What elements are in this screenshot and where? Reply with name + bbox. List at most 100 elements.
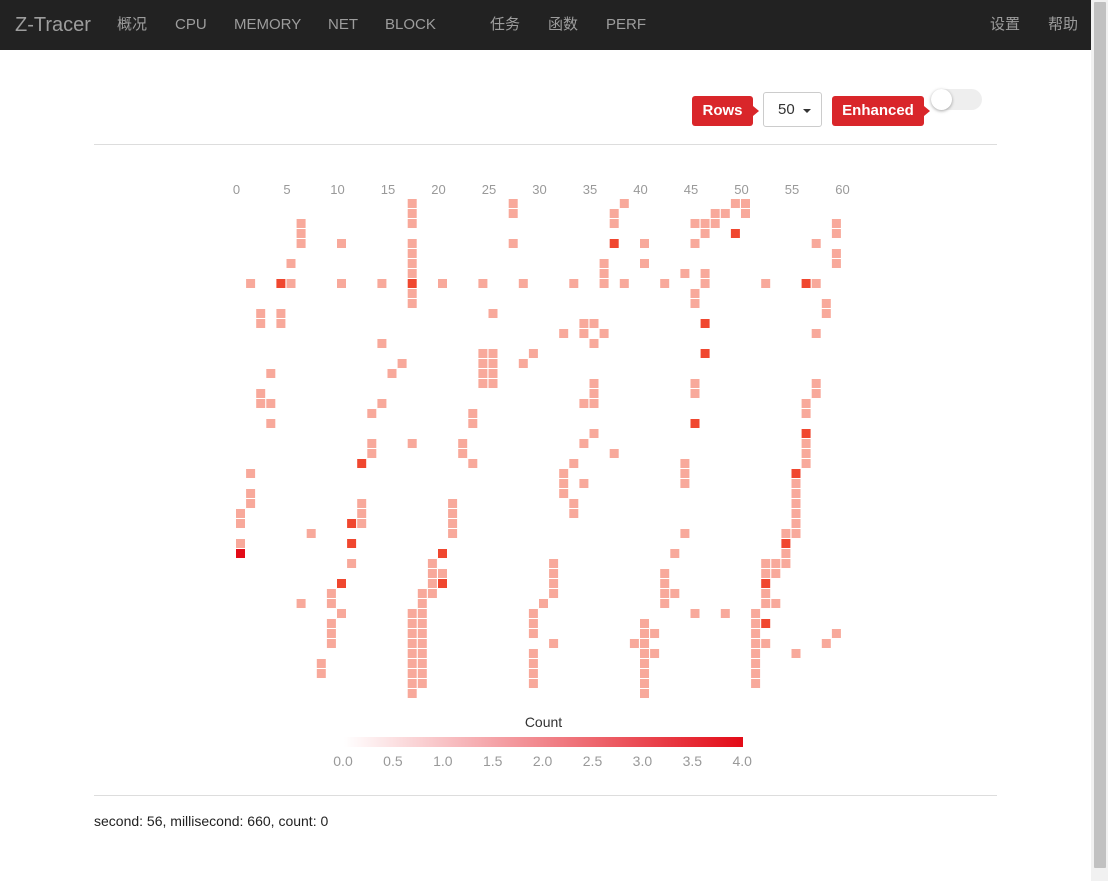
heatmap-cell[interactable] bbox=[640, 659, 649, 668]
heatmap-cell[interactable] bbox=[640, 689, 649, 698]
heatmap-cell[interactable] bbox=[337, 279, 346, 288]
heatmap-cell[interactable] bbox=[518, 359, 528, 368]
heatmap-cell[interactable] bbox=[569, 459, 579, 468]
heatmap-cell[interactable] bbox=[407, 659, 417, 668]
heatmap-cell[interactable] bbox=[246, 279, 256, 288]
heatmap-cell[interactable] bbox=[801, 449, 811, 458]
heatmap-cell[interactable] bbox=[751, 619, 761, 628]
heatmap-cell[interactable] bbox=[417, 669, 427, 678]
heatmap-cell[interactable] bbox=[599, 259, 609, 268]
heatmap-cell[interactable] bbox=[781, 549, 791, 558]
heatmap-cell[interactable] bbox=[326, 629, 336, 638]
heatmap-cell[interactable] bbox=[579, 479, 589, 488]
heatmap-cell[interactable] bbox=[337, 609, 346, 618]
heatmap-cell[interactable] bbox=[468, 459, 478, 468]
heatmap-cell[interactable] bbox=[316, 659, 326, 668]
heatmap-cell[interactable] bbox=[488, 379, 498, 388]
heatmap-cell[interactable] bbox=[589, 429, 599, 438]
heatmap-cell[interactable] bbox=[579, 399, 589, 408]
heatmap-cell[interactable] bbox=[579, 439, 589, 448]
heatmap-cell[interactable] bbox=[771, 569, 781, 578]
heatmap-cell[interactable] bbox=[821, 309, 831, 318]
heatmap-cell[interactable] bbox=[478, 379, 488, 388]
heatmap-cell[interactable] bbox=[407, 209, 417, 218]
heatmap-cell[interactable] bbox=[811, 379, 821, 388]
heatmap-cell[interactable] bbox=[660, 589, 670, 598]
heatmap-cell[interactable] bbox=[427, 559, 437, 568]
heatmap-cell[interactable] bbox=[700, 219, 710, 228]
heatmap-cell[interactable] bbox=[256, 309, 266, 318]
heatmap-cell[interactable] bbox=[377, 339, 387, 348]
heatmap-cell[interactable] bbox=[357, 519, 367, 528]
heatmap-cell[interactable] bbox=[337, 579, 346, 588]
heatmap-cell[interactable] bbox=[549, 589, 559, 598]
heatmap-cell[interactable] bbox=[741, 209, 750, 218]
heatmap-cell[interactable] bbox=[801, 429, 811, 438]
heatmap-cell[interactable] bbox=[660, 599, 670, 608]
heatmap-cell[interactable] bbox=[751, 659, 761, 668]
heatmap-cell[interactable] bbox=[468, 419, 478, 428]
heatmap-cell[interactable] bbox=[478, 369, 488, 378]
heatmap-cell[interactable] bbox=[690, 219, 700, 228]
heatmap-cell[interactable] bbox=[690, 289, 700, 298]
heatmap-cell[interactable] bbox=[528, 619, 538, 628]
heatmap-cell[interactable] bbox=[599, 269, 609, 278]
heatmap-cell[interactable] bbox=[821, 299, 831, 308]
heatmap-cell[interactable] bbox=[448, 499, 458, 508]
heatmap-cell[interactable] bbox=[579, 329, 589, 338]
heatmap-cell[interactable] bbox=[377, 399, 387, 408]
heatmap-cell[interactable] bbox=[417, 609, 427, 618]
heatmap-cell[interactable] bbox=[761, 599, 771, 608]
heatmap-cell[interactable] bbox=[569, 499, 579, 508]
heatmap-cell[interactable] bbox=[427, 569, 437, 578]
heatmap-cell[interactable] bbox=[629, 639, 639, 648]
heatmap-cell[interactable] bbox=[236, 549, 245, 558]
heatmap-cell[interactable] bbox=[306, 529, 316, 538]
visual-map-gradient[interactable] bbox=[344, 737, 743, 747]
heatmap-cell[interactable] bbox=[811, 389, 821, 398]
heatmap-cell[interactable] bbox=[528, 669, 538, 678]
heatmap-cell[interactable] bbox=[326, 639, 336, 648]
heatmap-cell[interactable] bbox=[761, 559, 771, 568]
heatmap-cell[interactable] bbox=[296, 239, 306, 248]
heatmap-cell[interactable] bbox=[367, 449, 377, 458]
heatmap-cell[interactable] bbox=[387, 369, 397, 378]
heatmap-cell[interactable] bbox=[448, 519, 458, 528]
heatmap-cell[interactable] bbox=[508, 199, 518, 208]
heatmap-cell[interactable] bbox=[528, 659, 538, 668]
heatmap-cell[interactable] bbox=[720, 609, 730, 618]
heatmap-cell[interactable] bbox=[751, 609, 761, 618]
heatmap-cell[interactable] bbox=[791, 649, 801, 658]
heatmap-cell[interactable] bbox=[710, 209, 720, 218]
heatmap-cell[interactable] bbox=[417, 649, 427, 658]
heatmap-cell[interactable] bbox=[468, 409, 478, 418]
heatmap-cell[interactable] bbox=[670, 589, 680, 598]
heatmap-cell[interactable] bbox=[539, 599, 548, 608]
heatmap-cell[interactable] bbox=[478, 279, 488, 288]
heatmap-cell[interactable] bbox=[609, 209, 619, 218]
heatmap-cell[interactable] bbox=[559, 469, 569, 478]
heatmap-cell[interactable] bbox=[256, 389, 266, 398]
heatmap-cell[interactable] bbox=[640, 679, 649, 688]
heatmap-cell[interactable] bbox=[751, 679, 761, 688]
heatmap-cell[interactable] bbox=[407, 279, 417, 288]
heatmap-cell[interactable] bbox=[458, 449, 468, 458]
heatmap-cell[interactable] bbox=[831, 219, 841, 228]
heatmap-cell[interactable] bbox=[801, 279, 811, 288]
heatmap-cell[interactable] bbox=[296, 219, 306, 228]
heatmap-cell[interactable] bbox=[640, 669, 649, 678]
heatmap-cell[interactable] bbox=[286, 259, 296, 268]
heatmap-cell[interactable] bbox=[407, 269, 417, 278]
heatmap-cell[interactable] bbox=[347, 519, 357, 528]
heatmap-cell[interactable] bbox=[680, 479, 690, 488]
heatmap-cell[interactable] bbox=[407, 249, 417, 258]
heatmap-cell[interactable] bbox=[751, 639, 761, 648]
heatmap-cell[interactable] bbox=[569, 279, 579, 288]
heatmap-cell[interactable] bbox=[811, 279, 821, 288]
heatmap-cell[interactable] bbox=[397, 359, 407, 368]
heatmap-cell[interactable] bbox=[720, 209, 730, 218]
heatmap-cell[interactable] bbox=[478, 359, 488, 368]
heatmap-cell[interactable] bbox=[427, 589, 437, 598]
heatmap-cell[interactable] bbox=[407, 289, 417, 298]
heatmap-cell[interactable] bbox=[508, 239, 518, 248]
